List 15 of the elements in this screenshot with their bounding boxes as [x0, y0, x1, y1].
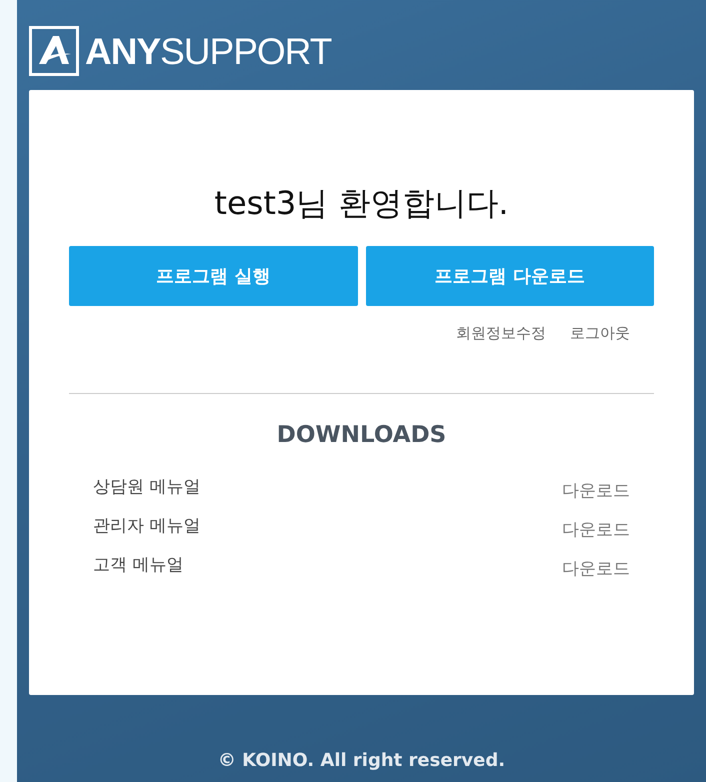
download-link[interactable]: 다운로드 [562, 518, 630, 544]
copyright-text: © KOINO. All right reserved. [216, 749, 506, 773]
welcome-heading: test3님 환영합니다. [213, 184, 510, 222]
account-link[interactable]: 로그아웃 [570, 322, 630, 345]
logo-text: ANYSUPPORT [85, 32, 332, 70]
download-link[interactable]: 다운로드 [562, 479, 630, 505]
manual-name: 관리자 메뉴얼 [93, 515, 200, 538]
manual-name: 고객 메뉴얼 [93, 554, 184, 578]
program-button[interactable]: 프로그램 실행 [69, 246, 358, 306]
account-link[interactable]: 회원정보수정 [456, 322, 546, 345]
program-button[interactable]: 프로그램 다운로드 [366, 246, 654, 306]
downloads-title: DOWNLOADS [276, 420, 448, 450]
logo-icon [29, 26, 79, 76]
download-link[interactable]: 다운로드 [562, 557, 630, 583]
manual-name: 상담원 메뉴얼 [93, 476, 200, 500]
